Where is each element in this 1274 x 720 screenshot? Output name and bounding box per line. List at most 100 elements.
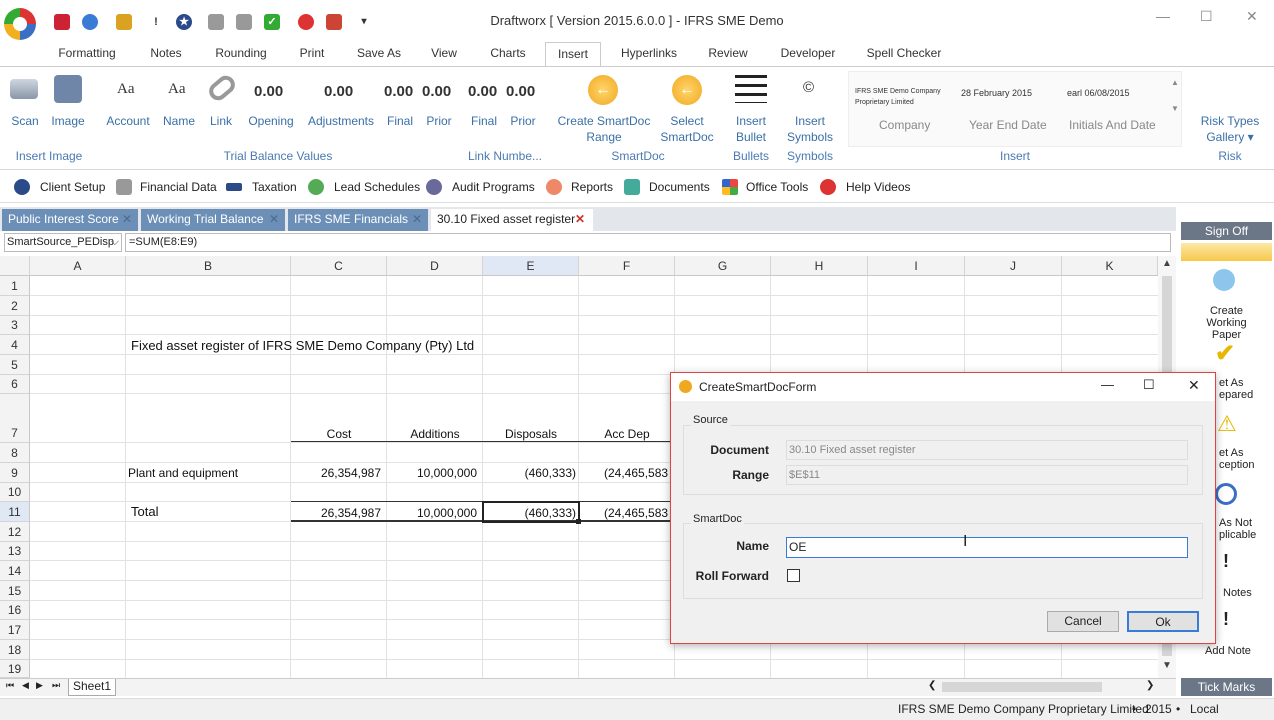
tab-save-as[interactable]: Save As — [348, 42, 410, 66]
row9-disposals[interactable]: (460,333) — [483, 466, 576, 480]
col-header-k[interactable]: K — [1062, 256, 1158, 276]
link-button[interactable]: Link — [204, 113, 238, 129]
row-header-14[interactable]: 14 — [0, 561, 30, 581]
header-acc-dep[interactable]: Acc Dep — [579, 427, 675, 441]
row-header-1[interactable]: 1 — [0, 276, 30, 296]
dialog-maximize-button[interactable]: ☐ — [1143, 377, 1155, 393]
insert-symbols-button[interactable]: Insert Symbols — [782, 113, 838, 145]
dialog-close-button[interactable]: ✕ — [1188, 377, 1200, 394]
close-icon[interactable]: ✕ — [269, 209, 279, 229]
selected-cell[interactable] — [482, 501, 580, 523]
tab-spell-checker[interactable]: Spell Checker — [860, 42, 948, 66]
row-header-3[interactable]: 3 — [0, 316, 30, 335]
name-input[interactable]: OE — [786, 537, 1188, 558]
namebox-input[interactable]: SmartSource_PEDisp ⌵ — [4, 233, 122, 252]
gallery-scroll-up-icon[interactable]: ▲ — [1171, 78, 1179, 87]
account-button[interactable]: Account — [102, 113, 154, 129]
create-smartdoc-range-button[interactable]: Create SmartDoc Range — [556, 113, 652, 145]
row-header-2[interactable]: 2 — [0, 296, 30, 316]
doc-tab-fixed-asset[interactable]: 30.10 Fixed asset register ✕ — [431, 209, 593, 231]
client-setup-link[interactable]: Client Setup — [40, 180, 105, 194]
row-header-4[interactable]: 4 — [0, 335, 30, 355]
row-header-9[interactable]: 9 — [0, 463, 30, 483]
last-sheet-icon[interactable]: ⏭ — [52, 680, 60, 691]
cancel-button[interactable]: Cancel — [1047, 611, 1119, 632]
prior-button[interactable]: Prior — [420, 113, 458, 129]
tick-marks-header[interactable]: Tick Marks — [1181, 678, 1272, 696]
document-field[interactable]: 30.10 Fixed asset register — [786, 440, 1188, 460]
corner-cell[interactable] — [0, 256, 30, 276]
office-tools-link[interactable]: Office Tools — [746, 180, 808, 194]
row9-cost[interactable]: 26,354,987 — [291, 466, 381, 480]
row9-additions[interactable]: 10,000,000 — [387, 466, 477, 480]
dialog-minimize-button[interactable]: — — [1101, 377, 1114, 392]
row-header-10[interactable]: 10 — [0, 483, 30, 502]
doc-tab-working-trial[interactable]: Working Trial Balance ✕ — [141, 209, 285, 231]
sheet-tab[interactable]: Sheet1 — [68, 679, 116, 696]
risk-types-button[interactable]: Risk Types Gallery ▾ — [1194, 113, 1266, 145]
doc-tab-ifrs-financials[interactable]: IFRS SME Financials ✕ — [288, 209, 428, 231]
set-prepared-button[interactable]: et As epared — [1219, 377, 1272, 401]
name-button[interactable]: Name — [160, 113, 198, 129]
col-header-i[interactable]: I — [868, 256, 965, 276]
link-prior-button[interactable]: Prior — [504, 113, 542, 129]
close-icon[interactable]: ✕ — [575, 209, 585, 229]
row-header-15[interactable]: 15 — [0, 581, 30, 601]
add-note-button[interactable]: Add Note — [1205, 645, 1251, 657]
col-header-g[interactable]: G — [675, 256, 771, 276]
formula-input[interactable]: =SUM(E8:E9) — [125, 233, 1171, 252]
col-header-j[interactable]: J — [965, 256, 1062, 276]
scan-button[interactable]: Scan — [6, 113, 44, 129]
h-scroll-thumb[interactable] — [942, 682, 1102, 692]
tab-notes[interactable]: Notes — [138, 42, 194, 66]
not-applicable-button[interactable]: As Not plicable — [1219, 517, 1272, 541]
tab-print[interactable]: Print — [290, 42, 334, 66]
row-header-8[interactable]: 8 — [0, 443, 30, 463]
insert-bullet-button[interactable]: Insert Bullet — [726, 113, 776, 145]
row-header-17[interactable]: 17 — [0, 620, 30, 640]
taxation-link[interactable]: Taxation — [252, 180, 297, 194]
scroll-up-icon[interactable]: ▲ — [1162, 258, 1172, 269]
row-header-5[interactable]: 5 — [0, 355, 30, 375]
insert-gallery[interactable]: IFRS SME Demo Company Proprietary Limite… — [848, 71, 1182, 147]
documents-link[interactable]: Documents — [649, 180, 710, 194]
minimize-button[interactable]: — — [1156, 8, 1170, 24]
chevron-down-icon[interactable]: ⌵ — [111, 234, 119, 251]
row-header-19[interactable]: 19 — [0, 660, 30, 678]
h-scroll-right-icon[interactable]: ❯ — [1146, 680, 1154, 691]
lead-schedules-link[interactable]: Lead Schedules — [334, 180, 420, 194]
roll-forward-checkbox[interactable] — [787, 569, 800, 582]
h-scroll-left-icon[interactable]: ❮ — [928, 680, 936, 691]
reports-link[interactable]: Reports — [571, 180, 613, 194]
notes-button[interactable]: Notes — [1223, 587, 1252, 599]
row-header-12[interactable]: 12 — [0, 522, 30, 542]
header-cost[interactable]: Cost — [291, 427, 387, 441]
col-header-b[interactable]: B — [126, 256, 291, 276]
row11-accdep[interactable]: (24,465,583 — [604, 506, 668, 520]
row11-label[interactable]: Total — [131, 504, 158, 519]
adjustments-button[interactable]: Adjustments — [304, 113, 378, 129]
tab-review[interactable]: Review — [700, 42, 756, 66]
col-header-d[interactable]: D — [387, 256, 483, 276]
row-header-13[interactable]: 13 — [0, 542, 30, 561]
prev-sheet-icon[interactable]: ◀ — [22, 680, 29, 691]
col-header-e[interactable]: E — [483, 256, 579, 276]
link-final-button[interactable]: Final — [466, 113, 502, 129]
ok-button[interactable]: Ok — [1127, 611, 1199, 632]
help-videos-link[interactable]: Help Videos — [846, 180, 911, 194]
close-button[interactable]: ✕ — [1246, 8, 1258, 25]
col-header-h[interactable]: H — [771, 256, 868, 276]
image-button[interactable]: Image — [48, 113, 88, 129]
opening-button[interactable]: Opening — [244, 113, 298, 129]
col-header-f[interactable]: F — [579, 256, 675, 276]
gallery-scroll-down-icon[interactable]: ▼ — [1171, 104, 1179, 113]
tab-insert[interactable]: Insert — [545, 42, 601, 66]
close-icon[interactable]: ✕ — [412, 209, 422, 229]
tab-rounding[interactable]: Rounding — [204, 42, 278, 66]
scroll-down-icon[interactable]: ▼ — [1162, 660, 1172, 671]
close-icon[interactable]: ✕ — [122, 209, 132, 229]
col-header-a[interactable]: A — [30, 256, 126, 276]
row-header-11[interactable]: 11 — [0, 502, 30, 522]
fill-handle[interactable] — [576, 519, 581, 524]
range-field[interactable]: $E$11 — [786, 465, 1188, 485]
